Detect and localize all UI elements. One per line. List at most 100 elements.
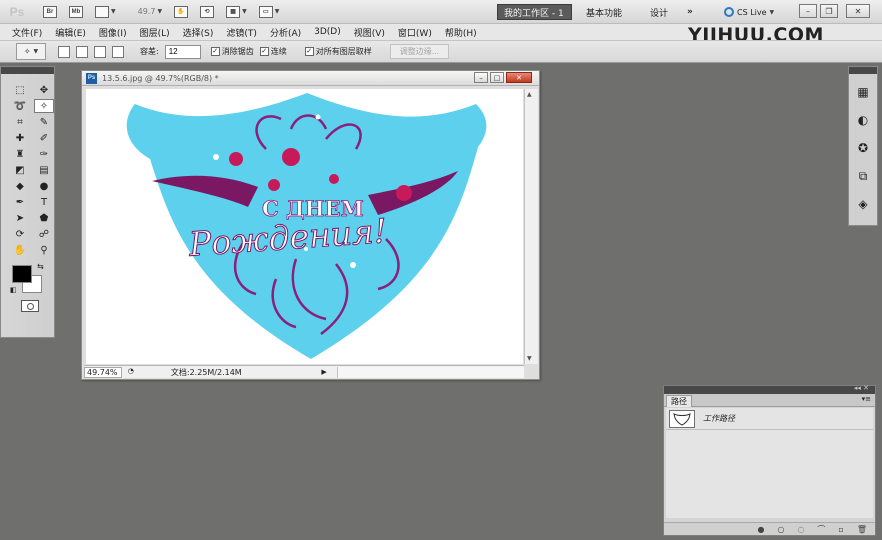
- 3d-rotate-tool-icon[interactable]: ⟳: [10, 227, 30, 241]
- workspace-active-button[interactable]: 我的工作区 - 1: [497, 4, 572, 20]
- lasso-tool-icon[interactable]: ➰: [10, 99, 30, 113]
- 3d-orbit-tool-icon[interactable]: ☍: [34, 227, 54, 241]
- document-horizontal-scrollbar[interactable]: [336, 366, 524, 378]
- subtract-from-selection-button[interactable]: [94, 45, 106, 58]
- swap-colors-icon[interactable]: ⇆: [37, 262, 44, 271]
- load-as-selection-icon[interactable]: ◌: [797, 525, 804, 534]
- document-vertical-scrollbar[interactable]: ▲ ▼: [524, 89, 538, 364]
- make-work-path-icon[interactable]: ⌒: [817, 524, 825, 535]
- history-panel-icon[interactable]: ⧉: [853, 166, 873, 186]
- arrange-layout-button[interactable]: ▦ ▼: [223, 4, 250, 20]
- sample-all-layers-label: 对所有图层取样: [315, 47, 372, 56]
- workspace-more-button[interactable]: »: [681, 4, 699, 20]
- refine-edge-button[interactable]: 调整边缘...: [389, 44, 450, 59]
- antialias-checkbox[interactable]: ✓ 消除锯齿: [210, 46, 254, 57]
- history-brush-tool-icon[interactable]: ✑: [34, 147, 54, 161]
- new-path-icon[interactable]: ▫: [838, 525, 843, 534]
- mini-bridge-button[interactable]: Mb: [66, 4, 86, 20]
- menu-edit[interactable]: 编辑(E): [55, 26, 86, 39]
- histogram-panel-icon[interactable]: ▦: [853, 82, 873, 102]
- zoom-level-value: 49.7: [137, 7, 156, 16]
- scroll-down-icon[interactable]: ▼: [527, 355, 532, 362]
- doc-close-button[interactable]: ✕: [506, 72, 532, 83]
- minimize-button[interactable]: –: [799, 4, 817, 18]
- rotate-view-button[interactable]: ⟲: [197, 4, 217, 20]
- cs-live-button[interactable]: CS Live ▼: [724, 4, 774, 20]
- doc-maximize-button[interactable]: □: [490, 72, 504, 83]
- close-app-button[interactable]: ✕: [846, 4, 870, 18]
- menu-select[interactable]: 选择(S): [183, 26, 214, 39]
- healing-brush-tool-icon[interactable]: ✚: [10, 131, 30, 145]
- default-colors-icon[interactable]: ◧: [10, 286, 17, 294]
- menu-image[interactable]: 图像(I): [99, 26, 127, 39]
- add-to-selection-button[interactable]: [76, 45, 88, 58]
- menu-file[interactable]: 文件(F): [12, 26, 42, 39]
- paths-panel-header[interactable]: ◂◂ ✕: [664, 384, 875, 394]
- contiguous-checkbox[interactable]: ✓ 连续: [259, 46, 287, 57]
- stroke-path-icon[interactable]: ○: [777, 525, 784, 534]
- tools-panel-header[interactable]: [1, 67, 54, 74]
- collapse-panel-icon[interactable]: ◂◂ ✕: [854, 384, 869, 392]
- list-item[interactable]: 工作路径: [666, 408, 873, 430]
- path-selection-tool-icon[interactable]: ➤: [10, 211, 30, 225]
- clone-stamp-tool-icon[interactable]: ♜: [10, 147, 30, 161]
- shape-tool-icon[interactable]: ⬟: [34, 211, 54, 225]
- doc-minimize-button[interactable]: –: [474, 72, 488, 83]
- fill-path-icon[interactable]: ●: [757, 525, 764, 534]
- tab-paths[interactable]: 路径: [666, 395, 692, 407]
- layers-panel-icon[interactable]: ◈: [853, 194, 873, 214]
- bridge-button[interactable]: Br: [40, 4, 60, 20]
- chevron-down-icon: ▼: [274, 8, 280, 15]
- workspace-design-button[interactable]: 设计: [644, 4, 674, 20]
- delete-path-icon[interactable]: 🗑: [857, 525, 867, 534]
- intersect-selection-button[interactable]: [112, 45, 124, 58]
- panel-menu-icon[interactable]: ▾≡: [862, 395, 871, 403]
- menu-help[interactable]: 帮助(H): [445, 26, 477, 39]
- dodge-tool-icon[interactable]: ●: [34, 179, 54, 193]
- options-bar: ✧▼ 容差: ✓消除锯齿 ✓连续 ✓对所有图层取样 调整边缘...: [0, 40, 882, 63]
- zoom-tool-icon[interactable]: ⚲: [34, 243, 54, 257]
- menu-window[interactable]: 窗口(W): [398, 26, 432, 39]
- arrange-documents-button[interactable]: ✋: [171, 4, 191, 20]
- screen-mode-button[interactable]: ▭ ▼: [256, 4, 283, 20]
- tolerance-input[interactable]: [164, 44, 201, 59]
- document-tab[interactable]: Ps 13.5.6.jpg @ 49.7%(RGB/8) *: [82, 71, 539, 86]
- scroll-up-icon[interactable]: ▲: [527, 91, 532, 98]
- photoshop-logo: Ps: [9, 4, 25, 19]
- brush-tool-icon[interactable]: ✐: [34, 131, 54, 145]
- menu-layer[interactable]: 图层(L): [140, 26, 170, 39]
- menu-3d[interactable]: 3D(D): [314, 27, 341, 37]
- type-tool-icon[interactable]: T: [34, 195, 54, 209]
- status-zoom-field[interactable]: 49.74%: [84, 366, 122, 378]
- gradient-tool-icon[interactable]: ▤: [34, 163, 54, 177]
- birthday-shield-artwork: С ДНЕМ Рождения!: [126, 93, 487, 359]
- workspace-basic-button[interactable]: 基本功能: [580, 4, 628, 20]
- eraser-tool-icon[interactable]: ◩: [10, 163, 30, 177]
- status-info-icon[interactable]: ◔: [125, 367, 137, 378]
- panel-dock-header[interactable]: [849, 67, 877, 74]
- zoom-level-dropdown[interactable]: 49.7 ▼: [135, 4, 165, 20]
- menu-view[interactable]: 视图(V): [354, 26, 385, 39]
- move-tool-icon[interactable]: ✥: [34, 83, 54, 97]
- document-canvas[interactable]: С ДНЕМ Рождения!: [86, 89, 523, 364]
- marquee-tool-icon[interactable]: ⬚: [10, 83, 30, 97]
- tool-preset-picker[interactable]: ✧ ▼: [16, 43, 46, 60]
- status-menu-arrow-icon[interactable]: ▶: [321, 368, 330, 376]
- new-selection-button[interactable]: [58, 45, 70, 58]
- blur-tool-icon[interactable]: ◆: [10, 179, 30, 193]
- foreground-color-swatch[interactable]: [12, 265, 32, 283]
- hand-tool-icon[interactable]: ✋: [10, 243, 30, 257]
- crop-tool-icon[interactable]: ⌗: [10, 115, 30, 129]
- eyedropper-tool-icon[interactable]: ✎: [34, 115, 54, 129]
- pen-tool-icon[interactable]: ✒: [10, 195, 30, 209]
- restore-button[interactable]: ❐: [820, 4, 838, 18]
- sample-all-layers-checkbox[interactable]: ✓ 对所有图层取样: [304, 46, 372, 57]
- quick-mask-button[interactable]: [21, 300, 39, 312]
- swatches-panel-icon[interactable]: ✪: [853, 138, 873, 158]
- color-panel-icon[interactable]: ◐: [853, 110, 873, 130]
- menu-filter[interactable]: 滤镜(T): [226, 26, 257, 39]
- menu-analysis[interactable]: 分析(A): [270, 26, 301, 39]
- view-extras-button[interactable]: ▼: [92, 4, 119, 20]
- cs-live-icon: [724, 7, 734, 17]
- magic-wand-tool-icon[interactable]: ✧: [34, 99, 54, 113]
